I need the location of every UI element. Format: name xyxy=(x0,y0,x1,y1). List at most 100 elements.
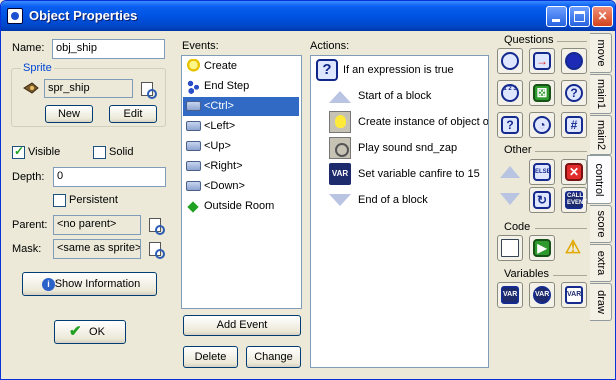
variables-title: Variables xyxy=(504,268,550,280)
minimize-icon xyxy=(552,19,560,22)
test-chance-tile[interactable]: ⚄ xyxy=(529,80,555,106)
comment-tile[interactable]: ⚠ xyxy=(561,235,587,261)
block-start-icon xyxy=(500,166,520,178)
test-expression-tile[interactable]: ? xyxy=(497,112,523,138)
event-item-up[interactable]: <Up> xyxy=(183,137,299,156)
call-event-tile[interactable]: CALL EVENT xyxy=(561,187,587,213)
mask-browse-icon[interactable] xyxy=(147,241,165,259)
ship-sprite-icon xyxy=(23,81,39,95)
depth-label: Depth: xyxy=(12,171,45,183)
delete-event-button[interactable]: Delete xyxy=(183,346,238,368)
edit-sprite-button[interactable]: Edit xyxy=(109,105,157,123)
close-icon: ✕ xyxy=(597,9,608,23)
action-item[interactable]: End of a block xyxy=(313,187,488,213)
title-bar[interactable]: Object Properties ✕ xyxy=(1,1,615,31)
new-sprite-button[interactable]: New xyxy=(45,105,93,123)
var-icon: VAR xyxy=(329,163,351,185)
event-item-end-step[interactable]: End Step xyxy=(183,77,299,96)
test-instance-count-tile[interactable]: 1 2 3 xyxy=(497,80,523,106)
arrow-into-icon: → xyxy=(533,52,551,70)
variables-separator xyxy=(553,275,587,276)
check-grid-tile[interactable]: # xyxy=(561,112,587,138)
keyboard-icon xyxy=(186,161,201,171)
name-input[interactable]: obj_ship xyxy=(52,39,165,59)
test-question-tile[interactable]: ? xyxy=(561,80,587,106)
var-icon: VAR xyxy=(501,286,519,304)
app-icon xyxy=(7,8,23,24)
else-tile[interactable]: ELSE xyxy=(529,159,555,185)
else-icon: ELSE xyxy=(533,163,551,181)
execute-code-tile[interactable] xyxy=(497,235,523,261)
document-icon xyxy=(501,239,519,257)
events-list[interactable]: Create End Step <Ctrl> <Left> <Up> <Righ… xyxy=(181,55,302,309)
close-x-icon: ✕ xyxy=(565,163,583,181)
solid-checkbox[interactable] xyxy=(93,146,106,159)
parent-field: <no parent> xyxy=(53,215,141,235)
maximize-button[interactable] xyxy=(569,6,590,27)
tab-draw[interactable]: draw xyxy=(590,283,612,321)
change-event-button[interactable]: Change xyxy=(246,346,301,368)
diamond-icon xyxy=(187,201,199,213)
parent-browse-icon[interactable] xyxy=(147,217,165,235)
event-item-outside-room[interactable]: Outside Room xyxy=(183,197,299,216)
call-event-icon: CALL EVENT xyxy=(565,191,587,209)
show-information-button[interactable]: i Show Information xyxy=(22,272,157,296)
action-item[interactable]: Play sound snd_zap xyxy=(313,135,488,161)
test-variable-tile[interactable]: VAR xyxy=(529,282,555,308)
persistent-checkbox[interactable] xyxy=(53,194,66,207)
actions-list[interactable]: ? If an expression is true Start of a blo… xyxy=(310,55,489,368)
repeat-tile[interactable]: ↻ xyxy=(529,187,555,213)
action-item[interactable]: VAR Set variable canfire to 15 xyxy=(313,161,488,187)
set-variable-tile[interactable]: VAR xyxy=(497,282,523,308)
bulb-icon xyxy=(186,59,201,74)
end-block-tile[interactable] xyxy=(497,187,523,213)
blue-ball-icon xyxy=(565,52,583,70)
mask-label: Mask: xyxy=(12,243,42,255)
var-draw-icon: VAR xyxy=(565,286,583,304)
repeat-icon: ↻ xyxy=(533,191,551,209)
check-object-tile[interactable] xyxy=(561,48,587,74)
event-item-right[interactable]: <Right> xyxy=(183,157,299,176)
visible-label: Visible xyxy=(28,146,61,158)
minimize-button[interactable] xyxy=(546,6,567,27)
execute-script-tile[interactable]: ▶ xyxy=(529,235,555,261)
tab-main2[interactable]: main2 xyxy=(590,115,612,155)
sprite-browse-icon[interactable] xyxy=(139,81,157,99)
info-icon: i xyxy=(42,278,55,291)
action-item[interactable]: Start of a block xyxy=(313,83,488,109)
mask-field: <same as sprite> xyxy=(53,239,141,259)
event-item-create[interactable]: Create xyxy=(183,57,299,76)
block-end-icon xyxy=(500,193,520,205)
depth-input[interactable]: 0 xyxy=(53,167,166,187)
event-item-left[interactable]: <Left> xyxy=(183,117,299,136)
event-item-ctrl[interactable]: <Ctrl> xyxy=(183,97,299,116)
start-block-tile[interactable] xyxy=(497,159,523,185)
maximize-icon xyxy=(574,11,585,22)
exit-event-tile[interactable]: ✕ xyxy=(561,159,587,185)
ok-button[interactable]: ✔ OK xyxy=(54,320,126,344)
event-item-down[interactable]: <Down> xyxy=(183,177,299,196)
check-empty-tile[interactable] xyxy=(497,48,523,74)
question-icon: ? xyxy=(565,84,583,102)
ok-label: OK xyxy=(89,326,105,338)
action-item[interactable]: ? If an expression is true xyxy=(313,57,488,83)
name-label: Name: xyxy=(12,42,45,54)
dice-icon: ⚄ xyxy=(533,84,551,102)
checkmark-icon: ✔ xyxy=(69,323,82,340)
warning-icon: ⚠ xyxy=(564,237,582,257)
sprite-group-title: Sprite xyxy=(21,62,54,74)
action-item[interactable]: Create instance of object o xyxy=(313,109,488,135)
draw-variable-tile[interactable]: VAR xyxy=(561,282,587,308)
check-collision-tile[interactable]: → xyxy=(529,48,555,74)
block-end-icon xyxy=(329,194,351,206)
other-title: Other xyxy=(504,144,532,156)
var-test-icon: VAR xyxy=(533,286,551,304)
actions-title: Actions: xyxy=(310,40,350,52)
visible-checkbox[interactable] xyxy=(12,144,25,159)
show-information-label: Show Information xyxy=(54,278,141,290)
sound-icon xyxy=(329,137,351,159)
persistent-label: Persistent xyxy=(69,194,118,206)
window-title: Object Properties xyxy=(29,8,138,23)
add-event-button[interactable]: Add Event xyxy=(183,315,301,336)
check-mouse-tile[interactable]: ◔ xyxy=(529,112,555,138)
